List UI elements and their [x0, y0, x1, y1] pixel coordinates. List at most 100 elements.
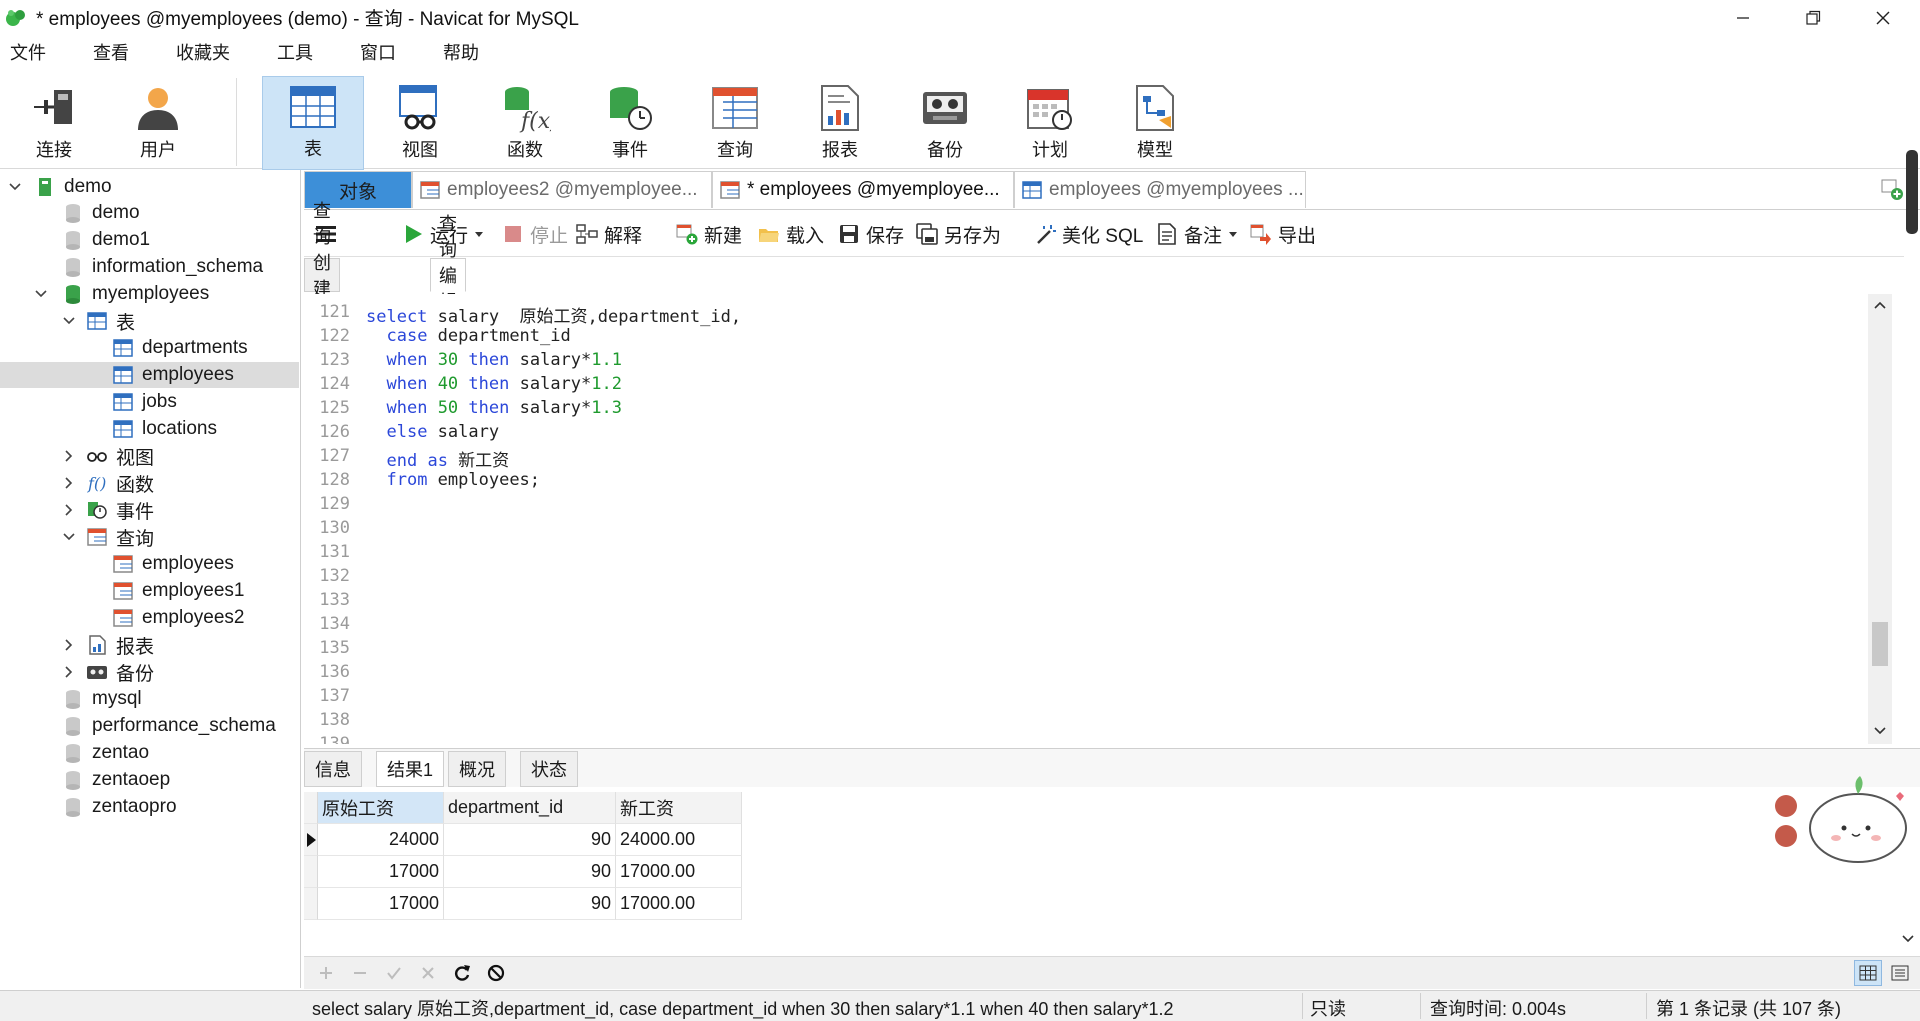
- menu-file[interactable]: 文件: [0, 39, 63, 65]
- tab-status[interactable]: 状态: [520, 751, 578, 787]
- export-button[interactable]: 导出: [1250, 218, 1316, 250]
- restore-button[interactable]: [1778, 0, 1848, 35]
- tree-folder-functions[interactable]: f() 函数: [62, 470, 154, 496]
- save-button[interactable]: 保存: [838, 218, 904, 250]
- connect-button[interactable]: 连接: [4, 78, 104, 166]
- schedule-button[interactable]: 计划: [1000, 78, 1100, 166]
- tree-table-employees[interactable]: employees: [0, 362, 299, 388]
- refresh-button[interactable]: [452, 963, 472, 983]
- tab-employees2-query[interactable]: employees2 @myemployee...: [412, 171, 712, 208]
- chevron-down-icon[interactable]: [8, 180, 22, 194]
- grid-view-toggle[interactable]: [1854, 960, 1882, 986]
- menu-tools[interactable]: 工具: [267, 39, 330, 65]
- chevron-down-icon[interactable]: [62, 530, 76, 544]
- caret-down-icon[interactable]: [474, 229, 484, 239]
- tree-db-demo[interactable]: demo: [62, 200, 140, 226]
- table-cell[interactable]: 17000: [318, 888, 444, 920]
- view-button[interactable]: 视图: [370, 78, 470, 166]
- tab-employees-table[interactable]: employees @myemployees ...: [1014, 171, 1306, 208]
- tree-folder-tables[interactable]: 表: [62, 308, 135, 334]
- apply-changes-button[interactable]: [384, 963, 404, 983]
- menu-window[interactable]: 窗口: [350, 39, 413, 65]
- comment-button[interactable]: 备注: [1156, 218, 1238, 250]
- table-cell[interactable]: 17000.00: [616, 888, 742, 920]
- sql-editor[interactable]: 121 122 123 124 125 126 127 128 129 130 131 132 133 1…: [304, 294, 1892, 744]
- menu-view[interactable]: 查看: [83, 39, 146, 65]
- scroll-up-icon[interactable]: [1873, 300, 1887, 310]
- chevron-right-icon[interactable]: [62, 449, 76, 463]
- function-button[interactable]: f(x) 函数: [475, 78, 575, 166]
- row-indicator[interactable]: [304, 888, 318, 920]
- minimize-button[interactable]: [1708, 0, 1778, 35]
- save-as-button[interactable]: 另存为: [916, 218, 1001, 250]
- tab-query-editor[interactable]: 查询编辑器: [430, 214, 466, 338]
- chevron-down-icon[interactable]: [34, 287, 48, 301]
- tree-db-information-schema[interactable]: information_schema: [62, 254, 263, 280]
- table-cell[interactable]: 90: [444, 856, 616, 888]
- result-vertical-scrollbar[interactable]: [1896, 792, 1920, 952]
- table-cell[interactable]: 90: [444, 888, 616, 920]
- tree-db-zentao[interactable]: zentao: [62, 740, 149, 766]
- discard-changes-button[interactable]: [418, 963, 438, 983]
- tab-profile[interactable]: 概况: [448, 751, 506, 787]
- scroll-down-icon[interactable]: [1901, 934, 1915, 944]
- tree-db-zentaopro[interactable]: zentaopro: [62, 794, 177, 820]
- table-cell[interactable]: 24000.00: [616, 824, 742, 856]
- outer-scrollbar-thumb[interactable]: [1906, 150, 1918, 234]
- new-query-button[interactable]: 新建: [676, 218, 742, 250]
- table-cell[interactable]: 17000: [318, 856, 444, 888]
- chevron-right-icon[interactable]: [62, 665, 76, 679]
- user-button[interactable]: 用户: [108, 78, 208, 166]
- tree-folder-reports[interactable]: 报表: [62, 632, 154, 658]
- table-cell[interactable]: 17000.00: [616, 856, 742, 888]
- chevron-right-icon[interactable]: [62, 476, 76, 490]
- row-indicator-current[interactable]: [304, 824, 318, 856]
- load-button[interactable]: 载入: [758, 218, 824, 250]
- tree-folder-views[interactable]: 视图: [62, 443, 154, 469]
- column-header-department-id[interactable]: department_id: [444, 792, 616, 824]
- chevron-right-icon[interactable]: [62, 638, 76, 652]
- tab-employees-query-active[interactable]: * employees @myemployee...: [712, 171, 1014, 208]
- chevron-down-icon[interactable]: [62, 314, 76, 328]
- column-header-new-salary[interactable]: 新工资: [616, 792, 742, 824]
- tree-query-employees2[interactable]: employees2: [112, 605, 244, 631]
- close-window-button[interactable]: [1848, 0, 1918, 35]
- tab-query-builder[interactable]: 查询创建工具: [304, 201, 340, 351]
- add-record-button[interactable]: [316, 963, 336, 983]
- editor-vertical-scrollbar[interactable]: [1868, 294, 1892, 744]
- tree-table-jobs[interactable]: jobs: [112, 389, 177, 415]
- tree-folder-backups[interactable]: 备份: [62, 659, 154, 685]
- beautify-sql-button[interactable]: 美化 SQL: [1034, 218, 1143, 250]
- table-button[interactable]: 表: [262, 76, 364, 170]
- table-cell[interactable]: 24000: [318, 824, 444, 856]
- tab-result1[interactable]: 结果1: [376, 751, 445, 787]
- new-tab-button[interactable]: [1874, 173, 1910, 205]
- row-indicator[interactable]: [304, 856, 318, 888]
- scroll-down-icon[interactable]: [1873, 726, 1887, 736]
- tree-query-employees[interactable]: employees: [112, 551, 234, 577]
- tree-db-demo1[interactable]: demo1: [62, 227, 150, 253]
- tree-connection-demo[interactable]: demo: [8, 174, 112, 200]
- report-button[interactable]: 报表: [790, 78, 890, 166]
- tree-folder-events[interactable]: 事件: [62, 497, 154, 523]
- delete-record-button[interactable]: [350, 963, 370, 983]
- tree-db-zentaoep[interactable]: zentaoep: [62, 767, 170, 793]
- menu-help[interactable]: 帮助: [433, 39, 496, 65]
- stop-refresh-button[interactable]: [486, 963, 506, 983]
- tree-folder-queries[interactable]: 查询: [62, 524, 154, 550]
- tree-db-performance-schema[interactable]: performance_schema: [62, 713, 276, 739]
- editor-scrollbar-thumb[interactable]: [1872, 622, 1888, 666]
- model-button[interactable]: 模型: [1105, 78, 1205, 166]
- column-header-original-salary[interactable]: 原始工资: [318, 792, 444, 824]
- tree-table-locations[interactable]: locations: [112, 416, 217, 442]
- tree-db-mysql[interactable]: mysql: [62, 686, 142, 712]
- chevron-right-icon[interactable]: [62, 503, 76, 517]
- tree-db-myemployees[interactable]: myemployees: [34, 281, 209, 307]
- table-cell[interactable]: 90: [444, 824, 616, 856]
- tree-query-employees1[interactable]: employees1: [112, 578, 244, 604]
- form-view-toggle[interactable]: [1886, 960, 1914, 986]
- menu-favorites[interactable]: 收藏夹: [166, 39, 247, 65]
- backup-button[interactable]: 备份: [895, 78, 995, 166]
- tree-table-departments[interactable]: departments: [112, 335, 248, 361]
- event-button[interactable]: 事件: [580, 78, 680, 166]
